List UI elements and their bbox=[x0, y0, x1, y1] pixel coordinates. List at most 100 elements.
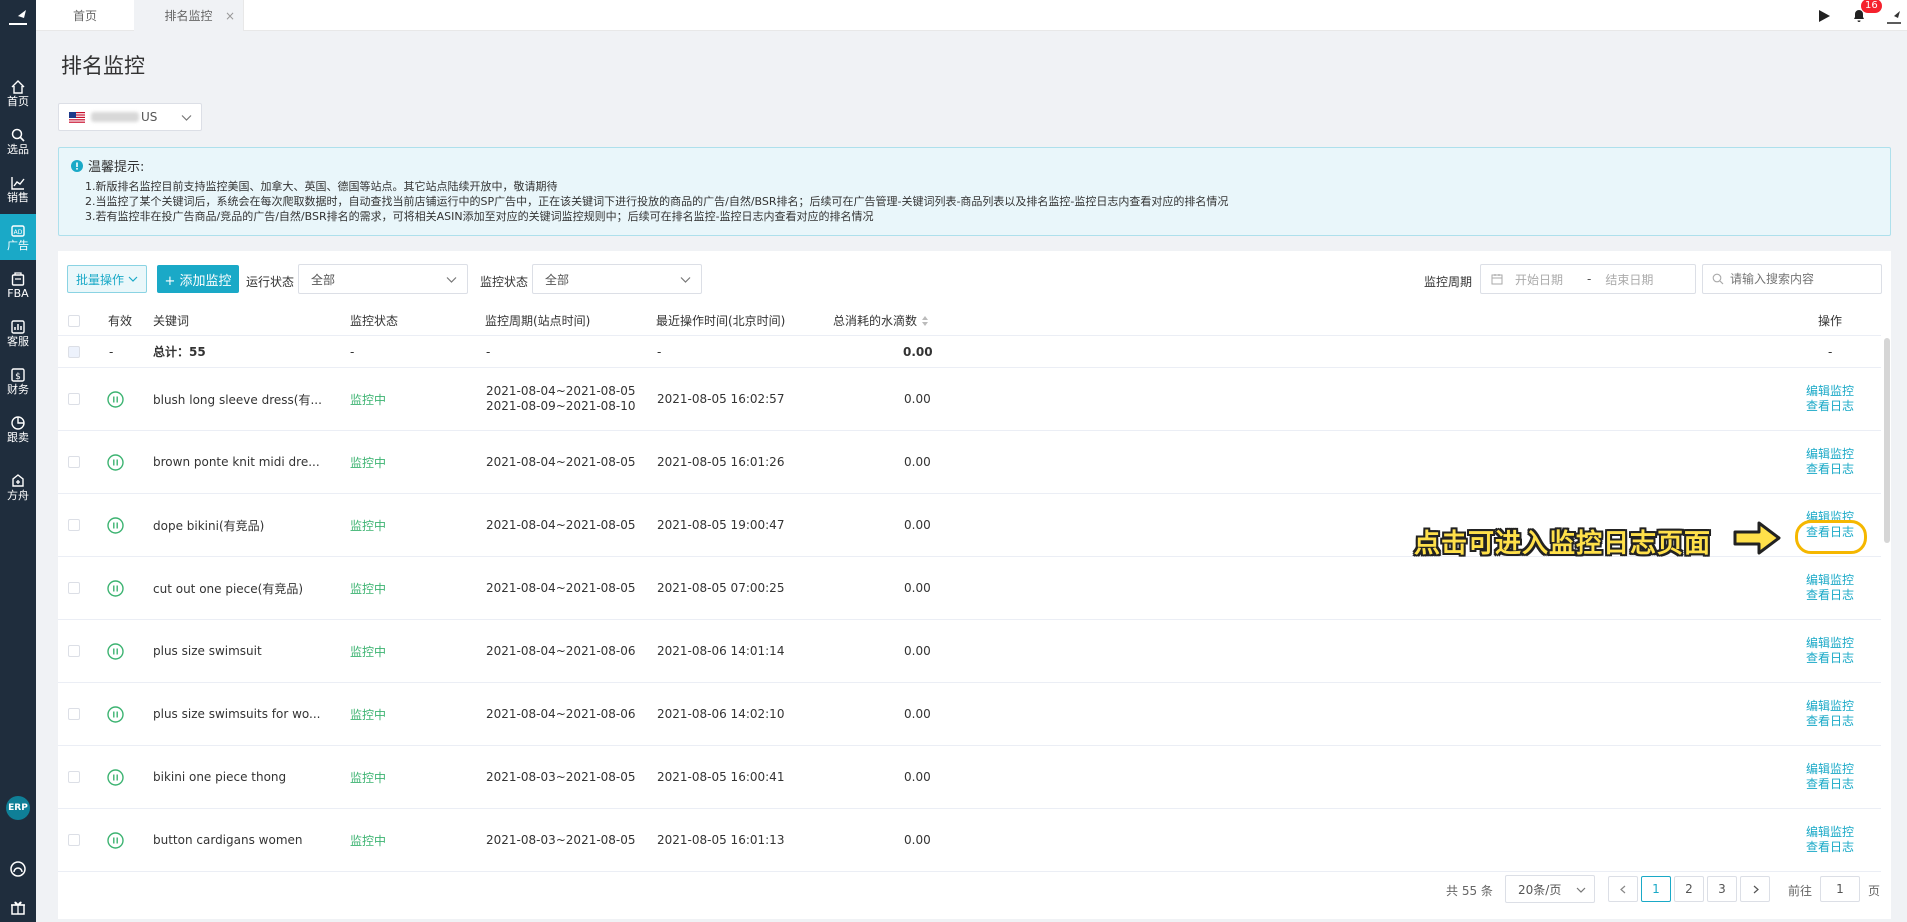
page-size-select[interactable]: 20条/页 bbox=[1505, 875, 1595, 903]
pause-cell bbox=[107, 620, 124, 682]
ad-icon: AD bbox=[11, 224, 25, 237]
add-monitor-button[interactable]: + 添加监控 bbox=[157, 265, 239, 293]
table-scrollbar[interactable] bbox=[1884, 338, 1890, 543]
edit-monitor-link[interactable]: 编辑监控 bbox=[1806, 636, 1854, 651]
pause-icon[interactable] bbox=[107, 831, 124, 849]
row-checkbox[interactable] bbox=[68, 456, 80, 468]
view-log-link[interactable]: 查看日志 bbox=[1806, 840, 1854, 855]
us-flag-icon bbox=[69, 111, 85, 123]
keyword-cell[interactable]: bikini one piece thong bbox=[153, 746, 286, 808]
view-log-link[interactable]: 查看日志 bbox=[1806, 651, 1854, 666]
date-range-picker[interactable]: 开始日期 - 结束日期 bbox=[1480, 264, 1696, 294]
sidebar-item-label: 首页 bbox=[7, 94, 29, 108]
status-cell: 监控中 bbox=[350, 455, 387, 470]
period-line: 2021-08-04~2021-08-06 bbox=[486, 706, 636, 721]
sidebar-item-sales[interactable]: 销售 bbox=[0, 166, 36, 212]
erp-badge[interactable]: ERP bbox=[6, 796, 30, 820]
sidebar-item-home[interactable]: 首页 bbox=[0, 70, 36, 116]
page-button-2[interactable]: 2 bbox=[1674, 876, 1704, 902]
select-all-checkbox[interactable] bbox=[68, 314, 80, 327]
total-keyword: 总计：55 bbox=[153, 345, 206, 359]
home-icon bbox=[11, 79, 25, 94]
headset-icon[interactable] bbox=[9, 860, 27, 878]
monitor-status-select[interactable]: 全部 bbox=[532, 264, 702, 294]
prev-page-button[interactable] bbox=[1608, 876, 1638, 902]
keyword-cell[interactable]: button cardigans women bbox=[153, 809, 303, 871]
view-log-link[interactable]: 查看日志 bbox=[1806, 714, 1854, 729]
pause-icon[interactable] bbox=[107, 642, 124, 660]
keyword-cell[interactable]: blush long sleeve dress(有... bbox=[153, 368, 322, 430]
row-checkbox[interactable] bbox=[68, 771, 80, 783]
pause-icon[interactable] bbox=[107, 705, 124, 723]
view-log-link[interactable]: 查看日志 bbox=[1806, 588, 1854, 603]
edit-monitor-link[interactable]: 编辑监控 bbox=[1806, 825, 1854, 840]
keyword-cell[interactable]: plus size swimsuit bbox=[153, 620, 262, 682]
table-row: button cardigans women 监控中 2021-08-03~20… bbox=[58, 809, 1881, 872]
edit-monitor-link[interactable]: 编辑监控 bbox=[1806, 573, 1854, 588]
notice-line: 3.若有监控非在投广告商品/竞品的广告/自然/BSR排名的需求，可将相关ASIN… bbox=[85, 210, 874, 223]
sidebar-item-ads[interactable]: AD 广告 bbox=[0, 214, 36, 260]
store-name-redacted bbox=[91, 112, 139, 122]
sort-icon[interactable] bbox=[921, 315, 929, 327]
edit-monitor-link[interactable]: 编辑监控 bbox=[1806, 699, 1854, 714]
row-checkbox[interactable] bbox=[68, 519, 80, 531]
sidebar-item-service[interactable]: 客服 bbox=[0, 310, 36, 356]
play-icon[interactable] bbox=[1817, 9, 1831, 23]
chevron-down-icon bbox=[446, 277, 457, 283]
close-icon[interactable]: × bbox=[225, 9, 235, 23]
edit-monitor-link[interactable]: 编辑监控 bbox=[1806, 447, 1854, 462]
tab-rank-monitor[interactable]: 排名监控 × bbox=[134, 0, 244, 31]
run-status-select[interactable]: 全部 bbox=[298, 264, 468, 294]
goto-page-input[interactable] bbox=[1820, 876, 1860, 902]
logo-icon[interactable] bbox=[6, 4, 30, 28]
sidebar-item-ark[interactable]: 方舟 bbox=[0, 464, 36, 510]
store-select[interactable]: US bbox=[58, 103, 202, 131]
pause-cell bbox=[107, 494, 124, 556]
period-label: 监控周期 bbox=[1424, 275, 1473, 289]
sidebar-item-selection[interactable]: 选品 bbox=[0, 118, 36, 164]
keyword-cell[interactable]: plus size swimsuits for wo... bbox=[153, 683, 320, 745]
row-checkbox[interactable] bbox=[68, 582, 80, 594]
tab-label: 排名监控 bbox=[164, 9, 213, 23]
total-status: - bbox=[350, 344, 355, 359]
pause-icon[interactable] bbox=[107, 579, 124, 597]
keyword-cell[interactable]: dope bikini(有竞品) bbox=[153, 494, 264, 556]
row-checkbox[interactable] bbox=[68, 393, 80, 405]
cost-cell: 0.00 bbox=[904, 707, 931, 721]
sidebar-item-fba[interactable]: FBA bbox=[0, 262, 36, 308]
user-avatar-icon[interactable] bbox=[1885, 7, 1903, 25]
row-checkbox[interactable] bbox=[68, 708, 80, 720]
notification-button[interactable]: 16 bbox=[1851, 0, 1882, 25]
pause-icon[interactable] bbox=[107, 453, 124, 471]
view-log-link[interactable]: 查看日志 bbox=[1806, 399, 1854, 414]
row-checkbox[interactable] bbox=[68, 834, 80, 846]
period-line: 2021-08-04~2021-08-05 bbox=[486, 580, 636, 595]
tab-home[interactable]: 首页 bbox=[36, 0, 134, 31]
next-page-button[interactable] bbox=[1740, 876, 1770, 902]
batch-operation-button[interactable]: 批量操作 bbox=[67, 265, 147, 293]
cost-cell: 0.00 bbox=[904, 581, 931, 595]
sidebar-item-finance[interactable]: $ 财务 bbox=[0, 358, 36, 404]
page-button-3[interactable]: 3 bbox=[1707, 876, 1737, 902]
sidebar-item-follow[interactable]: 跟卖 bbox=[0, 406, 36, 452]
row-checkbox[interactable] bbox=[68, 645, 80, 657]
edit-monitor-link[interactable]: 编辑监控 bbox=[1806, 384, 1854, 399]
pause-icon[interactable] bbox=[107, 390, 124, 408]
view-log-link[interactable]: 查看日志 bbox=[1806, 777, 1854, 792]
keyword-cell[interactable]: cut out one piece(有竞品) bbox=[153, 557, 303, 619]
edit-monitor-link[interactable]: 编辑监控 bbox=[1806, 762, 1854, 777]
pause-icon[interactable] bbox=[107, 516, 124, 534]
store-value: US bbox=[141, 110, 158, 124]
keyword-cell[interactable]: brown ponte knit midi dre... bbox=[153, 431, 320, 493]
view-log-link[interactable]: 查看日志 bbox=[1806, 462, 1854, 477]
gift-icon[interactable] bbox=[9, 898, 27, 916]
start-date-placeholder[interactable]: 开始日期 bbox=[1515, 271, 1563, 288]
period-line: 2021-08-04~2021-08-05 bbox=[486, 454, 636, 469]
page-button-1[interactable]: 1 bbox=[1641, 876, 1671, 902]
header-status: 监控状态 bbox=[350, 314, 399, 328]
end-date-placeholder[interactable]: 结束日期 bbox=[1605, 271, 1653, 288]
pause-icon[interactable] bbox=[107, 768, 124, 786]
header-cost[interactable]: 总消耗的水滴数 bbox=[833, 306, 929, 335]
search-input[interactable] bbox=[1730, 272, 1870, 286]
search-box[interactable] bbox=[1702, 264, 1882, 294]
